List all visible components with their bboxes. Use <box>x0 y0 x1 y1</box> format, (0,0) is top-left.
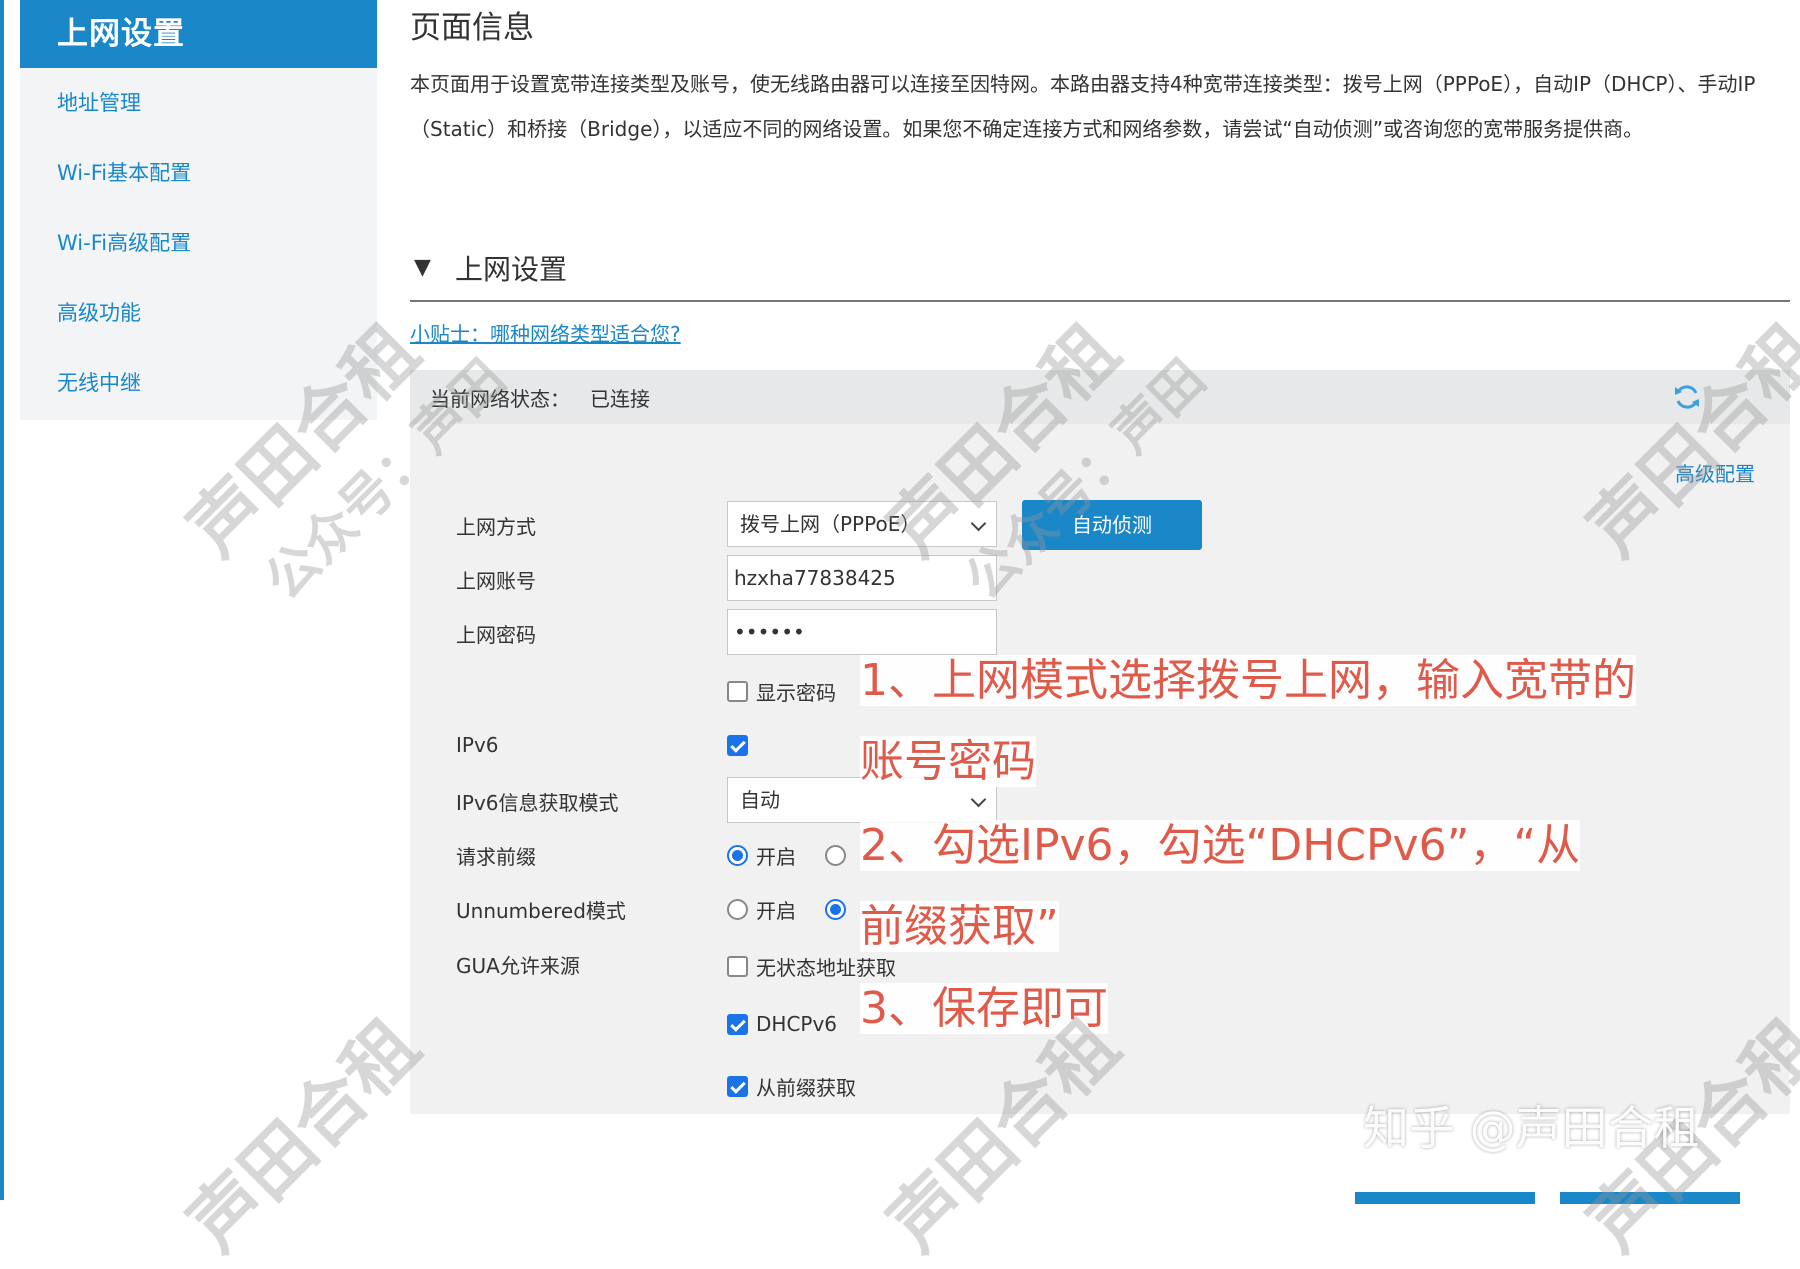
annotation-step1-line2: 账号密码 <box>860 736 1036 787</box>
gua-label: GUA允许来源 <box>456 954 580 978</box>
annotation-step3: 3、保存即可 <box>860 983 1108 1034</box>
dhcpv6-label: DHCPv6 <box>756 1012 838 1036</box>
sidebar-item-wifi-advanced[interactable]: Wi-Fi高级配置 <box>20 208 377 278</box>
save-button[interactable] <box>1355 1192 1535 1204</box>
unnumbered-on-radio[interactable] <box>727 899 748 920</box>
from-prefix-label: 从前缀获取 <box>756 1076 856 1100</box>
network-type-tip-link[interactable]: 小贴士：哪种网络类型适合您? <box>410 318 681 347</box>
mode-label: 上网方式 <box>456 515 536 539</box>
refresh-icon[interactable] <box>1672 382 1702 412</box>
auto-detect-button[interactable]: 自动侦测 <box>1022 500 1202 550</box>
password-label: 上网密码 <box>456 623 536 647</box>
chevron-down-icon <box>970 515 987 532</box>
sidebar: 上网设置 地址管理 Wi-Fi基本配置 Wi-Fi高级配置 高级功能 无线中继 <box>20 0 377 420</box>
sidebar-item-wireless-repeater[interactable]: 无线中继 <box>20 348 377 418</box>
account-input[interactable]: hzxha77838425 <box>727 555 997 601</box>
ipv6-checkbox[interactable] <box>727 735 748 756</box>
unnumbered-on-label: 开启 <box>756 899 796 923</box>
annotation-step2-line2: 前缀获取” <box>860 901 1059 952</box>
ipv6-mode-label: IPv6信息获取模式 <box>456 791 619 815</box>
dhcpv6-option[interactable]: DHCPv6 <box>727 1012 837 1036</box>
mode-select[interactable]: 拨号上网（PPPoE） <box>727 501 997 547</box>
ipv6-label: IPv6 <box>456 733 499 757</box>
request-prefix-options: 开启 <box>727 841 847 870</box>
ipv6-mode-value: 自动 <box>740 788 780 812</box>
sidebar-header[interactable]: 上网设置 <box>20 0 377 68</box>
unnumbered-off-radio[interactable] <box>825 899 847 920</box>
show-password-label: 显示密码 <box>756 681 836 705</box>
watermark-brand: 声田合租 <box>172 1003 436 1267</box>
dhcpv6-checkbox[interactable] <box>727 1013 748 1035</box>
account-label: 上网账号 <box>456 569 536 593</box>
show-password-option[interactable]: 显示密码 <box>727 677 836 706</box>
sidebar-item-address-management[interactable]: 地址管理 <box>20 68 377 138</box>
collapse-triangle-icon[interactable]: ▼ <box>414 255 431 280</box>
unnumbered-options: 开启 <box>727 895 847 924</box>
status-label: 当前网络状态： <box>430 387 570 411</box>
unnumbered-label: Unnumbered模式 <box>456 899 626 923</box>
network-status-bar: 当前网络状态： 已连接 <box>410 370 1790 424</box>
cancel-button[interactable] <box>1560 1192 1740 1204</box>
request-prefix-off-radio[interactable] <box>825 845 847 866</box>
request-prefix-on-label: 开启 <box>756 845 796 869</box>
mode-select-box[interactable]: 拨号上网（PPPoE） <box>727 501 997 547</box>
section-title: 上网设置 <box>455 253 568 286</box>
from-prefix-option[interactable]: 从前缀获取 <box>727 1072 856 1101</box>
from-prefix-checkbox[interactable] <box>727 1076 748 1097</box>
section-header[interactable]: ▼ 上网设置 <box>410 242 1790 302</box>
annotation-step1-line1: 1、上网模式选择拨号上网，输入宽带的 <box>860 655 1636 706</box>
advanced-config-link[interactable]: 高级配置 <box>1675 458 1755 487</box>
page-description: 本页面用于设置宽带连接类型及账号，使无线路由器可以连接至因特网。本路由器支持4种… <box>410 72 1756 141</box>
status-value: 已连接 <box>590 387 650 411</box>
left-edge-strip <box>0 0 4 1200</box>
sidebar-item-advanced-features[interactable]: 高级功能 <box>20 278 377 348</box>
zhihu-watermark: 知乎 @声田合租 <box>1363 1101 1700 1155</box>
mode-select-value: 拨号上网（PPPoE） <box>740 512 921 536</box>
annotation-step2-line1: 2、勾选IPv6，勾选“DHCPv6”，“从 <box>860 820 1581 871</box>
stateless-checkbox[interactable] <box>727 956 748 977</box>
sidebar-item-wifi-basic[interactable]: Wi-Fi基本配置 <box>20 138 377 208</box>
request-prefix-on-radio[interactable] <box>727 845 748 866</box>
request-prefix-label: 请求前缀 <box>456 845 536 869</box>
router-settings-page: 上网设置 地址管理 Wi-Fi基本配置 Wi-Fi高级配置 高级功能 无线中继 … <box>0 0 1800 1266</box>
page-title: 页面信息 <box>410 10 534 46</box>
show-password-checkbox[interactable] <box>727 681 748 702</box>
